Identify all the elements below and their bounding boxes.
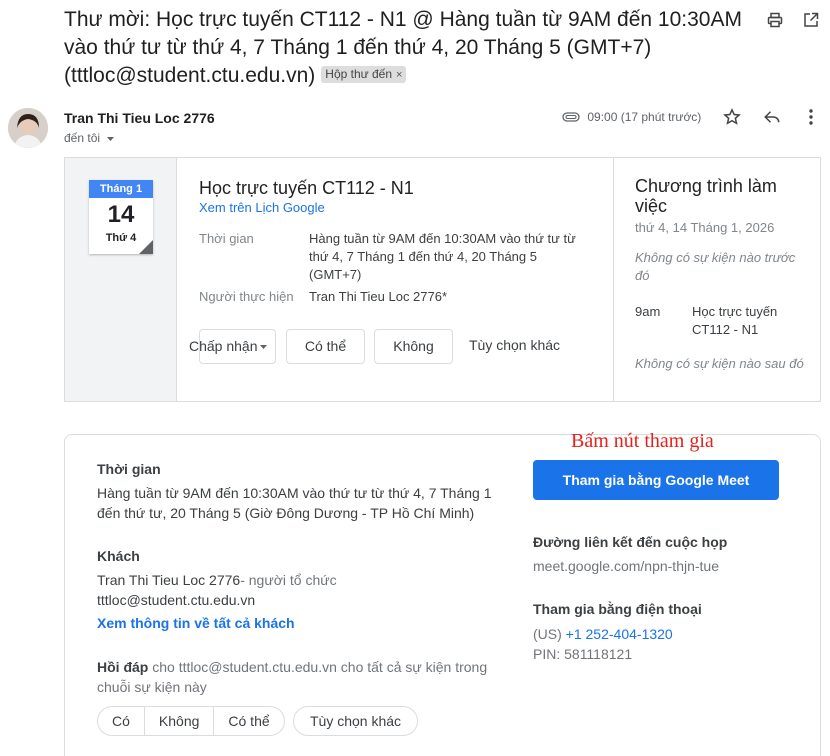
agenda-empty-after: Không có sự kiện nào sau đó: [635, 356, 804, 371]
page-fold-icon: [139, 240, 153, 254]
star-icon[interactable]: [721, 108, 743, 130]
meeting-link-title: Đường liên kết đến cuộc họp: [533, 534, 728, 550]
event-time-label: Thời gian: [199, 231, 254, 246]
view-all-guests-link[interactable]: Xem thông tin về tất cả khách: [97, 615, 295, 631]
agenda-date: thứ 4, 14 Tháng 1, 2026: [635, 220, 775, 235]
guest-organizer: Tran Thi Tieu Loc 2776- người tổ chức: [97, 570, 337, 590]
agenda-event[interactable]: 9am Học trực tuyến CT112 - N1: [635, 303, 821, 339]
recipient-line[interactable]: đến tôi: [64, 131, 115, 145]
view-in-calendar-link[interactable]: Xem trên Lịch Google: [199, 200, 599, 216]
details-time-text: Hàng tuần từ 9AM đến 10:30AM vào thứ tư …: [97, 485, 492, 521]
guest-email: tttloc@student.ctu.edu.vn: [97, 592, 256, 608]
inbox-label-text: Hộp thư đến: [325, 67, 393, 81]
open-in-new-window-icon[interactable]: [802, 12, 820, 30]
agenda-empty-before: Không có sự kiện nào trước đó: [635, 250, 796, 283]
reply-text: cho tttloc@student.ctu.edu.vn cho tất cả…: [97, 659, 488, 695]
meeting-pin: PIN: 581118121: [533, 646, 633, 662]
reply-yes-button[interactable]: Có: [98, 707, 145, 735]
attachment-icon: [562, 112, 580, 122]
reply-no-button[interactable]: Không: [145, 707, 215, 735]
guest-name: Tran Thi Tieu Loc 2776: [97, 572, 241, 588]
badge-month: Tháng 1: [89, 180, 153, 198]
invitation-date-panel: Tháng 1 14 Thứ 4: [65, 158, 177, 401]
calendar-date-badge: Tháng 1 14 Thứ 4: [89, 180, 153, 254]
event-time-row: Thời gian Hàng tuần từ 9AM đến 10:30AM v…: [199, 230, 599, 284]
maybe-button[interactable]: Có thể: [286, 329, 365, 364]
agenda-panel: Chương trình làm việc thứ 4, 14 Tháng 1,…: [613, 158, 821, 401]
agenda-event-time: 9am: [635, 304, 661, 319]
agenda-title: Chương trình làm việc: [635, 176, 777, 216]
reply-title: Hồi đáp: [97, 659, 149, 675]
email-subject: Thư mời: Học trực tuyến CT112 - N1 @ Hàn…: [64, 6, 764, 90]
more-vert-icon[interactable]: [800, 108, 822, 130]
meeting-link[interactable]: meet.google.com/npn-thjn-tue: [533, 556, 719, 576]
more-options-link[interactable]: Tùy chọn khác: [469, 337, 560, 353]
reply-button-group: Có Không Có thể: [97, 706, 285, 736]
remove-label-icon[interactable]: ×: [396, 69, 402, 81]
inbox-label-chip[interactable]: Hộp thư đến ×: [321, 66, 407, 83]
phone-country: (US): [533, 626, 562, 642]
reply-icon[interactable]: [761, 108, 783, 130]
sender-avatar[interactable]: [8, 108, 48, 148]
event-organizer-label: Người thực hiện: [199, 289, 294, 304]
phone-title: Tham gia bằng điện thoại: [533, 601, 702, 617]
reply-section: Hồi đáp cho tttloc@student.ctu.edu.vn ch…: [97, 657, 497, 697]
sender-name[interactable]: Tran Thi Tieu Loc 2776: [64, 110, 215, 126]
chevron-down-icon[interactable]: [106, 136, 115, 142]
badge-day: 14: [107, 201, 135, 228]
print-icon[interactable]: [766, 12, 784, 30]
reply-more-options-button[interactable]: Tùy chọn khác: [293, 706, 419, 736]
guests-title: Khách: [97, 548, 140, 564]
event-details-card: Thời gian Hàng tuần từ 9AM đến 10:30AM v…: [64, 434, 821, 756]
agenda-event-title: Học trực tuyến CT112 - N1: [692, 304, 778, 337]
guest-role: - người tổ chức: [240, 572, 337, 588]
recipient-text: đến tôi: [64, 131, 101, 145]
email-time: 09:00 (17 phút trước): [587, 110, 702, 124]
timestamp-group: 09:00 (17 phút trước): [562, 110, 701, 124]
invitation-card: Tháng 1 14 Thứ 4 Học trực tuyến CT112 - …: [64, 157, 821, 402]
event-summary: Học trực tuyến CT112 - N1 Xem trên Lịch …: [199, 176, 599, 306]
event-organizer-value: Tran Thi Tieu Loc 2776*: [309, 289, 448, 304]
join-annotation: Bấm nút tham gia: [571, 430, 714, 452]
accept-label: Chấp nhận: [189, 338, 258, 354]
event-title: Học trực tuyến CT112 - N1: [199, 178, 414, 198]
decline-button[interactable]: Không: [374, 329, 453, 364]
reply-maybe-button[interactable]: Có thể: [214, 707, 283, 735]
phone-number-line: (US) +1 252-404-1320: [533, 624, 673, 644]
details-time-title: Thời gian: [97, 461, 161, 477]
join-google-meet-button[interactable]: Tham gia bằng Google Meet: [533, 460, 779, 500]
accept-button[interactable]: Chấp nhận: [189, 329, 276, 364]
phone-number-link[interactable]: +1 252-404-1320: [566, 626, 673, 642]
dropdown-arrow-icon: [260, 345, 267, 349]
event-organizer-row: Người thực hiện Tran Thi Tieu Loc 2776*: [199, 288, 599, 306]
event-time-value: Hàng tuần từ 9AM đến 10:30AM vào thứ tư …: [309, 231, 576, 282]
